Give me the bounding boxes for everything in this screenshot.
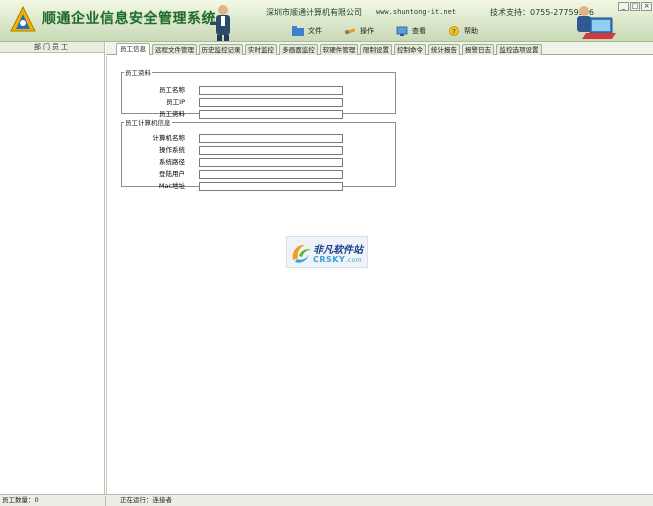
view-icon <box>396 26 408 36</box>
header-banner: 顺通企业信息安全管理系统 顺通企业信息安全管理系统 深圳市顺通计算机有限公司 w… <box>0 0 653 42</box>
mac-address-field[interactable] <box>199 182 343 191</box>
website-link[interactable]: www.shuntong-it.net <box>376 8 456 16</box>
employee-info-page: 员工资料 员工名称 员工IP 员工资料 员工计算机信息 计算机名称 操作系统 系… <box>106 56 653 494</box>
crsky-logo-icon <box>292 244 311 263</box>
mac-address-label: Mac地址 <box>158 182 185 190</box>
help-icon: ? <box>448 26 460 36</box>
os-label: 操作系统 <box>159 146 185 154</box>
employee-count-status: 员工数量：0 <box>2 496 39 504</box>
menu-help[interactable]: ? 帮助 <box>448 24 478 38</box>
folder-icon <box>292 26 304 36</box>
department-employee-header: 部门员工 <box>0 42 104 53</box>
system-path-field[interactable] <box>199 158 343 167</box>
tab-restriction-settings[interactable]: 限制设置 <box>360 44 392 55</box>
computer-name-row: 计算机名称 <box>153 134 343 143</box>
watermark-brand: CRSKY <box>313 255 346 264</box>
tab-monitor-options[interactable]: 监控选项设置 <box>496 44 542 55</box>
employee-info-group: 员工资料 员工名称 员工IP 员工资料 <box>121 67 396 119</box>
watermark-suffix: .com <box>345 257 363 264</box>
tab-multi-screen-monitor[interactable]: 多画面监控 <box>279 44 318 55</box>
employee-ip-label: 员工IP <box>166 98 185 106</box>
computer-info-legend: 员工计算机信息 <box>125 119 171 127</box>
employee-name-label: 员工名称 <box>159 86 185 94</box>
login-user-field[interactable] <box>199 170 343 179</box>
login-user-label: 登陆用户 <box>159 170 185 178</box>
window-controls: _ □ × <box>618 2 653 12</box>
app-title-reflection: 顺通企业信息安全管理系统 <box>42 11 216 22</box>
menu-view-label: 查看 <box>412 27 426 35</box>
app-logo-icon <box>10 6 36 32</box>
close-button[interactable]: × <box>641 2 653 11</box>
employee-ip-field[interactable] <box>199 98 343 107</box>
menu-file[interactable]: 文件 <box>292 24 322 38</box>
menu-help-label: 帮助 <box>464 27 478 35</box>
connection-status: 正在运行：连接者 <box>120 496 172 504</box>
businessman-figure-icon <box>210 5 230 41</box>
menu-operate[interactable]: 操作 <box>344 24 374 38</box>
watermark-english-text: CRSKY.com <box>313 255 362 264</box>
employee-name-row: 员工名称 <box>159 86 343 95</box>
maximize-button[interactable]: □ <box>629 2 641 11</box>
computer-name-field[interactable] <box>199 134 343 143</box>
system-path-label: 系统路径 <box>159 158 185 166</box>
menu-file-label: 文件 <box>308 27 322 35</box>
os-field[interactable] <box>199 146 343 155</box>
main-tab-bar: 员工信息 远程文件管理 历史监控记录 实时监控 多画面监控 软硬件管理 限制设置… <box>106 42 653 55</box>
system-path-row: 系统路径 <box>159 158 343 167</box>
svg-text:?: ? <box>452 28 456 36</box>
computer-info-group: 员工计算机信息 计算机名称 操作系统 系统路径 登陆用户 Mac地址 <box>121 117 396 191</box>
tab-realtime-monitor[interactable]: 实时监控 <box>245 44 277 55</box>
tab-history-records[interactable]: 历史监控记录 <box>199 44 243 55</box>
employee-info-legend: 员工资料 <box>125 69 151 77</box>
computer-user-figure-icon <box>577 6 616 39</box>
company-name: 深圳市顺通计算机有限公司 <box>266 8 362 17</box>
tab-statistics-report[interactable]: 统计报告 <box>428 44 460 55</box>
minimize-button[interactable]: _ <box>618 2 629 11</box>
tab-remote-file-management[interactable]: 远程文件管理 <box>152 44 197 55</box>
tab-software-hardware[interactable]: 软硬件管理 <box>320 44 358 55</box>
status-separator <box>105 496 106 506</box>
crsky-watermark: 非凡软件站 CRSKY.com <box>286 236 368 268</box>
computer-name-label: 计算机名称 <box>152 134 186 142</box>
employee-tree-panel[interactable]: 部门员工 <box>0 42 105 494</box>
watermark-chinese-text: 非凡软件站 <box>313 245 363 256</box>
menu-view[interactable]: 查看 <box>396 24 426 38</box>
employee-ip-row: 员工IP <box>166 98 343 107</box>
menu-operate-label: 操作 <box>360 27 374 35</box>
login-user-row: 登陆用户 <box>159 170 343 179</box>
tab-employee-info[interactable]: 员工信息 <box>116 43 150 55</box>
tools-icon <box>344 26 356 36</box>
employee-name-field[interactable] <box>199 86 343 95</box>
os-row: 操作系统 <box>159 146 343 155</box>
tab-alarm-log[interactable]: 报警日志 <box>462 44 494 55</box>
tab-control-commands[interactable]: 控制命令 <box>394 44 426 55</box>
mac-address-row: Mac地址 <box>159 182 343 191</box>
status-bar: 员工数量：0 正在运行：连接者 <box>0 494 653 506</box>
